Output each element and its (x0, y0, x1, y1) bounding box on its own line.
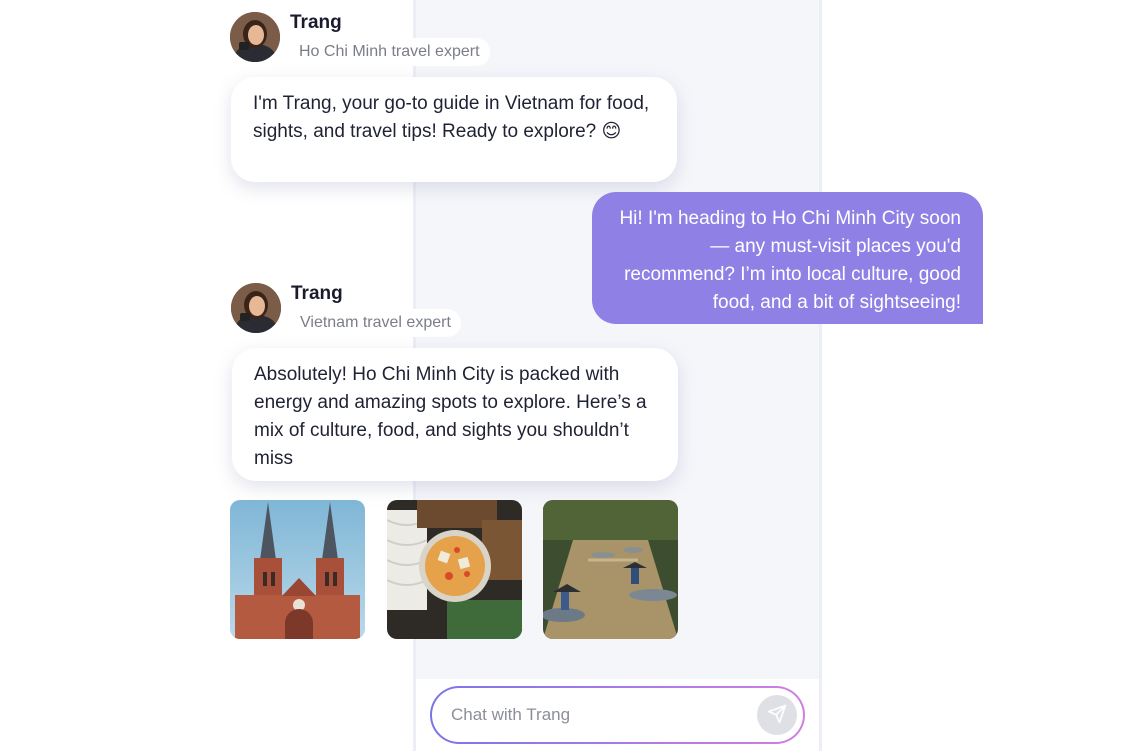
sender-name: Trang (291, 283, 343, 304)
assistant-message-bubble: I'm Trang, your go-to guide in Vietnam f… (231, 77, 677, 182)
food-photo[interactable] (387, 500, 522, 639)
user-message-bubble: Hi! I'm heading to Ho Chi Minh City soon… (592, 192, 983, 324)
chat-input[interactable] (451, 705, 757, 725)
chat-input-container (430, 686, 805, 744)
chat-input-inner (432, 688, 803, 742)
cathedral-photo[interactable] (230, 500, 365, 639)
sender-name: Trang (290, 12, 342, 33)
message-text: Hi! I'm heading to Ho Chi Minh City soon… (619, 208, 961, 313)
message-text: Absolutely! Ho Chi Minh City is packed w… (254, 364, 647, 469)
message-text: I'm Trang, your go-to guide in Vietnam f… (253, 93, 650, 142)
trang-avatar (230, 12, 280, 62)
send-button[interactable] (757, 695, 797, 735)
assistant-message-bubble: Absolutely! Ho Chi Minh City is packed w… (232, 348, 678, 481)
trang-avatar (231, 283, 281, 333)
send-icon (767, 704, 787, 727)
boats-photo[interactable] (543, 500, 678, 639)
sender-role-tag: Ho Chi Minh travel expert (289, 38, 490, 66)
sender-role-tag: Vietnam travel expert (290, 309, 461, 337)
